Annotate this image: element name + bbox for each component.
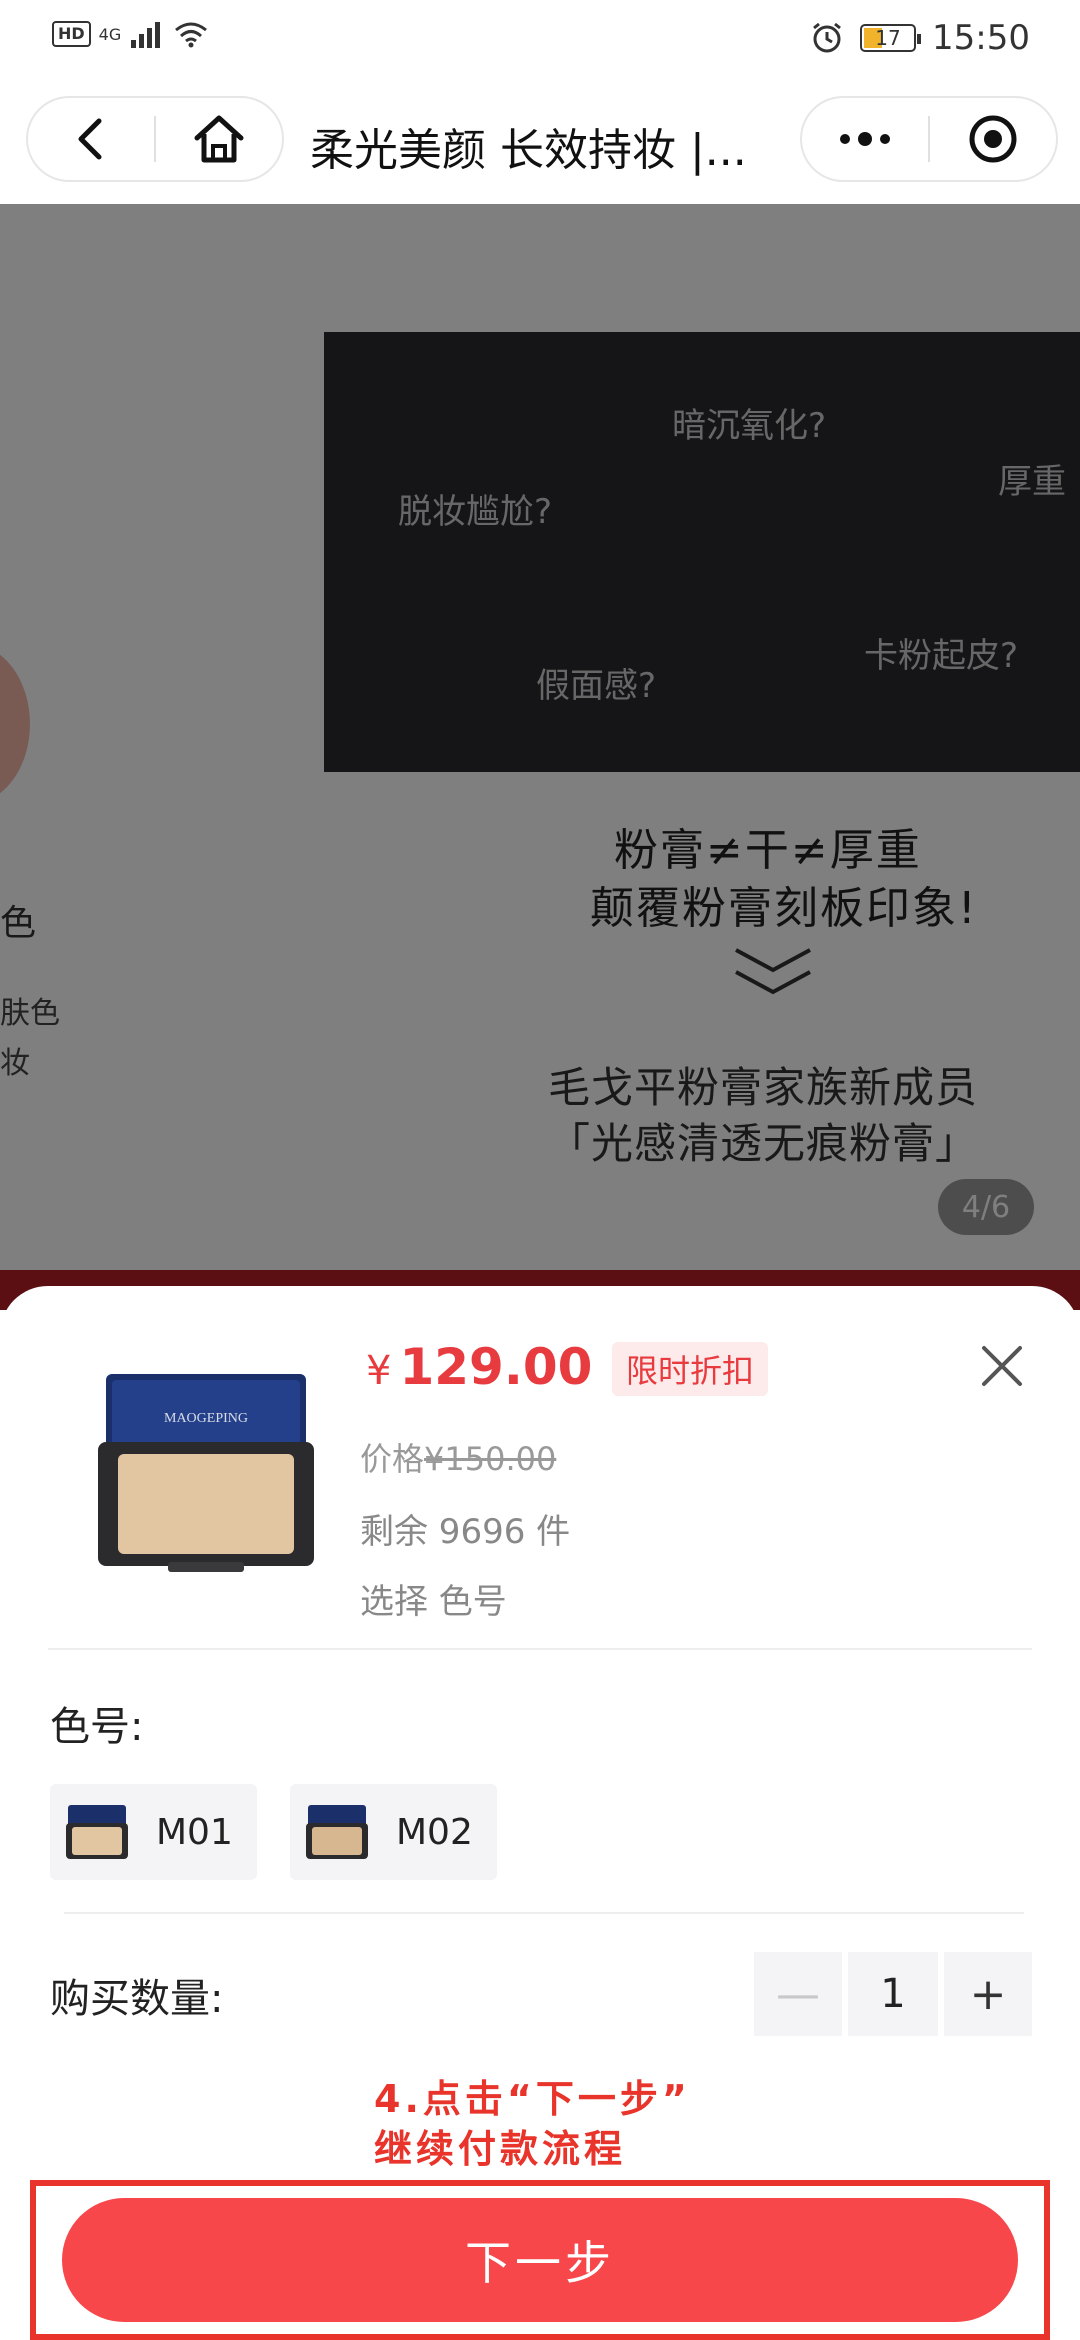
color-option-m01[interactable]: M01 (50, 1784, 257, 1880)
home-button[interactable] (156, 98, 282, 180)
selection-hint: 选择 色号 (360, 1582, 507, 1622)
price-value: 129.00 (399, 1338, 593, 1396)
instruction-annotation: 4.点击“下一步” (374, 2077, 691, 2121)
clock: 15:50 (932, 18, 1030, 58)
nav-left-capsule (26, 96, 284, 182)
next-step-button[interactable]: 下一步 (62, 2198, 1018, 2322)
nav-right-capsule (800, 96, 1058, 182)
swatch-thumbnail (66, 1805, 128, 1859)
more-dots-icon (840, 132, 890, 146)
sku-bottom-sheet: MAOGEPING ¥129.00 限时折扣 价格¥150.00 剩余 9696… (0, 1286, 1080, 2340)
target-circle-icon (969, 115, 1017, 163)
status-right: 17 15:50 (810, 18, 1030, 58)
instruction-annotation: 继续付款流程 (374, 2127, 627, 2171)
stock-text: 剩余 9696 件 (360, 1512, 571, 1552)
color-option-label: M01 (156, 1811, 233, 1853)
status-left: HD 4G (52, 20, 209, 48)
status-bar: HD 4G 17 15:50 (0, 0, 1080, 78)
currency-symbol: ¥ (366, 1348, 392, 1394)
decrease-button[interactable]: — (754, 1952, 842, 2036)
home-icon (194, 115, 244, 163)
color-section-label: 色号: (50, 1704, 144, 1750)
swatch-thumbnail (306, 1805, 368, 1859)
increase-button[interactable]: + (944, 1952, 1032, 2036)
divider (48, 1648, 1032, 1650)
nav-bar: 柔光美颜 长效持妆 |... (0, 78, 1080, 204)
sale-badge: 限时折扣 (612, 1342, 769, 1396)
close-icon[interactable] (978, 1342, 1026, 1390)
back-button[interactable] (28, 98, 154, 180)
chevron-left-icon (78, 118, 102, 160)
alarm-icon (813, 22, 841, 53)
quantity-label: 购买数量: (50, 1976, 224, 2022)
quantity-stepper: — 1 + (754, 1952, 1032, 2036)
wifi-icon (175, 22, 208, 48)
more-button[interactable] (802, 98, 928, 180)
original-price: 价格¥150.00 (360, 1434, 556, 1480)
sale-price: ¥129.00 (366, 1338, 592, 1396)
modal-overlay[interactable] (0, 204, 1080, 1290)
color-option-label: M02 (396, 1811, 473, 1853)
svg-text:MAOGEPING: MAOGEPING (164, 1411, 248, 1426)
network-type: 4G (98, 24, 122, 44)
product-image: MAOGEPING (98, 1374, 314, 1572)
quantity-value[interactable]: 1 (848, 1952, 938, 2036)
divider (64, 1912, 1024, 1914)
original-price-value: ¥150.00 (424, 1440, 557, 1478)
battery-level: 17 (875, 26, 901, 50)
hd-badge: HD (52, 21, 91, 47)
close-miniprogram-button[interactable] (930, 98, 1056, 180)
page-title: 柔光美颜 长效持妆 |... (310, 125, 747, 176)
signal-icon (131, 22, 161, 48)
battery-icon: 17 (860, 24, 922, 52)
original-price-label: 价格 (360, 1440, 425, 1478)
color-option-m02[interactable]: M02 (290, 1784, 497, 1880)
